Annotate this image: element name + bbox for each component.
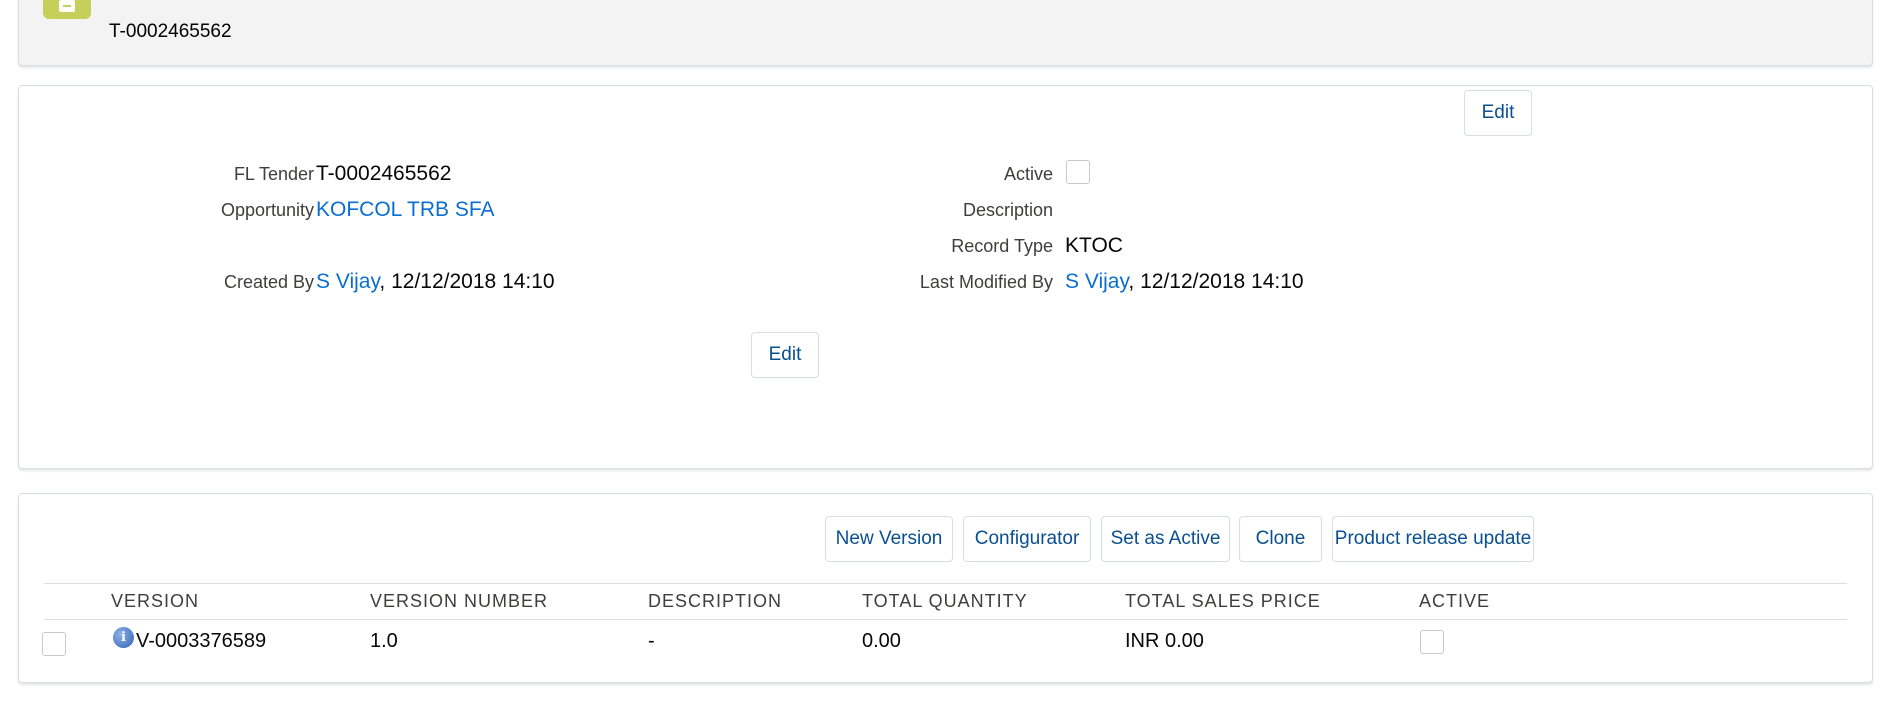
created-by-user-link[interactable]: S Vijay bbox=[316, 270, 379, 293]
last-modified-by-user-link[interactable]: S Vijay bbox=[1065, 270, 1128, 293]
detail-panel: Edit FL Tender T-0002465562 Opportunity … bbox=[18, 85, 1873, 469]
last-modified-by-label: Last Modified By bbox=[919, 272, 1053, 292]
column-total-sales-price[interactable]: TOTAL SALES PRICE bbox=[1125, 591, 1321, 612]
table-top-divider bbox=[44, 583, 1847, 584]
edit-button-bottom[interactable]: Edit bbox=[751, 332, 819, 378]
row-select-checkbox[interactable] bbox=[42, 632, 66, 656]
description-cell: - bbox=[648, 630, 655, 652]
column-description[interactable]: DESCRIPTION bbox=[648, 591, 782, 612]
row-active-checkbox bbox=[1420, 630, 1444, 654]
record-name: T-0002465562 bbox=[109, 21, 232, 42]
opportunity-link[interactable]: KOFCOL TRB SFA bbox=[316, 198, 495, 222]
fl-tender-label: FL Tender bbox=[233, 164, 314, 184]
created-by-date: , 12/12/2018 14:10 bbox=[379, 270, 555, 293]
configurator-button[interactable]: Configurator bbox=[963, 516, 1091, 562]
total-quantity-cell: 0.00 bbox=[862, 630, 901, 652]
active-label: Active bbox=[1003, 164, 1053, 184]
record-type-value: KTOC bbox=[1065, 234, 1123, 257]
column-active[interactable]: ACTIVE bbox=[1419, 591, 1490, 612]
column-total-quantity[interactable]: TOTAL QUANTITY bbox=[862, 591, 1028, 612]
version-link[interactable]: V-0003376589 bbox=[136, 630, 266, 653]
record-header: T-0002465562 bbox=[18, 0, 1873, 66]
last-modified-by-value: S Vijay, 12/12/2018 14:10 bbox=[1065, 270, 1304, 294]
set-as-active-button[interactable]: Set as Active bbox=[1101, 516, 1230, 562]
product-release-update-button[interactable]: Product release update bbox=[1332, 516, 1534, 562]
version-number-cell: 1.0 bbox=[370, 630, 398, 652]
column-version-number[interactable]: VERSION NUMBER bbox=[370, 591, 548, 612]
created-by-label: Created By bbox=[223, 272, 314, 292]
last-modified-by-date: , 12/12/2018 14:10 bbox=[1128, 270, 1304, 293]
fl-tender-value: T-0002465562 bbox=[316, 162, 452, 185]
versions-panel: New Version Configurator Set as Active C… bbox=[18, 493, 1873, 683]
edit-button-top[interactable]: Edit bbox=[1464, 90, 1532, 136]
table-header-divider bbox=[44, 619, 1847, 620]
created-by-value: S Vijay, 12/12/2018 14:10 bbox=[316, 270, 555, 294]
opportunity-label: Opportunity bbox=[220, 200, 314, 220]
info-icon[interactable]: i bbox=[113, 627, 134, 648]
new-version-button[interactable]: New Version bbox=[825, 516, 953, 562]
column-version[interactable]: VERSION bbox=[111, 591, 199, 612]
record-icon bbox=[43, 0, 91, 19]
active-checkbox[interactable] bbox=[1066, 160, 1090, 184]
description-label: Description bbox=[962, 200, 1053, 220]
record-type-label: Record Type bbox=[951, 236, 1053, 256]
clone-button[interactable]: Clone bbox=[1239, 516, 1322, 562]
total-sales-price-cell: INR 0.00 bbox=[1125, 630, 1204, 652]
